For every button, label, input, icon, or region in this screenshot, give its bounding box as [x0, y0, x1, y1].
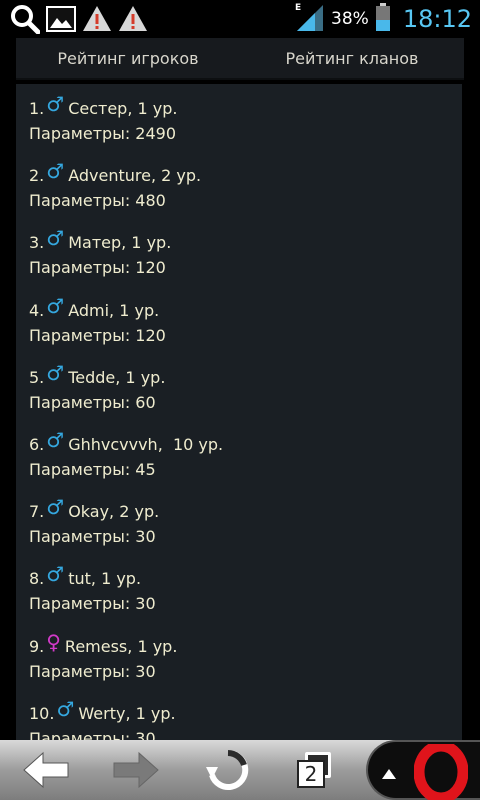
tab-players-rating[interactable]: Рейтинг игроков — [16, 38, 240, 78]
clock: 18:12 — [402, 5, 472, 33]
reload-icon[interactable] — [200, 740, 256, 800]
player-rank: 4. — [29, 300, 45, 320]
player-title: 3. ♂ Матер, 1 ур. — [29, 226, 462, 256]
player-title: 6. ♂ Ghhvcvvvh, 10 ур. — [29, 428, 462, 458]
battery-icon — [375, 2, 391, 36]
players-list: 1. ♂ Сестер, 1 ур. Параметры: 2490 2. ♂ Advent… — [16, 84, 462, 740]
player-name-level[interactable]: Adventure, 2 ур. — [68, 163, 201, 189]
player-name-level[interactable]: Tedde, 1 ур. — [68, 365, 165, 391]
player-entry[interactable]: 10. ♂ Werty, 1 ур. Параметры: 30 — [16, 697, 462, 740]
player-name-level[interactable]: Ghhvcvvvh, 10 ур. — [68, 432, 223, 458]
player-params: Параметры: 30 — [29, 728, 156, 740]
male-icon: ♂ — [46, 562, 65, 587]
player-name-level[interactable]: Okay, 2 ур. — [68, 499, 159, 525]
player-name-level[interactable]: Admi, 1 ур. — [68, 298, 159, 324]
warning-icon[interactable] — [118, 4, 148, 34]
player-rank: 5. — [29, 367, 45, 387]
male-icon: ♂ — [46, 92, 65, 116]
player-title: 10. ♂ Werty, 1 ур. — [29, 697, 462, 727]
menu-up-icon[interactable] — [382, 764, 396, 783]
image-icon[interactable] — [46, 4, 76, 34]
player-name-level[interactable]: Матер, 1 ур. — [68, 230, 171, 256]
male-icon: ♂ — [46, 226, 65, 251]
player-title: 9. ♀ Remess, 1 ур. — [29, 630, 462, 660]
player-entry[interactable]: 8. ♂ tut, 1 ур. Параметры: 30 — [16, 562, 462, 633]
player-entry[interactable]: 4. ♂ Admi, 1 ур. Параметры: 120 — [16, 294, 462, 365]
player-title: 7. ♂ Okay, 2 ур. — [29, 495, 462, 525]
players-panel: 1. ♂ Сестер, 1 ур. Параметры: 2490 2. ♂ Advent… — [16, 84, 462, 740]
player-params: Параметры: 30 — [29, 594, 156, 614]
player-rank: 2. — [29, 166, 45, 186]
player-name-level[interactable]: Сестер, 1 ур. — [68, 96, 177, 122]
player-params: Параметры: 30 — [29, 661, 156, 681]
player-title: 8. ♂ tut, 1 ур. — [29, 562, 462, 592]
player-title: 2. ♂ Adventure, 2 ур. — [29, 159, 462, 189]
female-icon: ♀ — [46, 629, 61, 654]
tabs-icon[interactable]: 2 — [290, 740, 340, 800]
back-arrow-icon[interactable] — [18, 740, 74, 800]
player-rank: 1. — [29, 99, 45, 118]
network-type-label: E — [295, 3, 301, 13]
player-entry[interactable]: 3. ♂ Матер, 1 ур. Параметры: 120 — [16, 226, 462, 297]
forward-arrow-icon[interactable] — [108, 740, 164, 800]
player-params: Параметры: 45 — [29, 459, 156, 479]
male-icon: ♂ — [46, 159, 65, 184]
player-name-level[interactable]: tut, 1 ур. — [68, 566, 141, 592]
battery-percent: 38% — [331, 9, 369, 29]
player-title: 4. ♂ Admi, 1 ур. — [29, 294, 462, 324]
player-rank: 9. — [29, 636, 45, 656]
player-rank: 6. — [29, 434, 45, 454]
player-params: Параметры: 120 — [29, 325, 166, 345]
player-rank: 3. — [29, 233, 45, 253]
player-entry[interactable]: 7. ♂ Okay, 2 ур. Параметры: 30 — [16, 495, 462, 566]
player-title: 1. ♂ Сестер, 1 ур. — [29, 92, 462, 122]
player-entry[interactable]: 5. ♂ Tedde, 1 ур. Параметры: 60 — [16, 361, 462, 432]
status-bar: E 38% 18:12 — [0, 0, 480, 38]
rating-tabs: Рейтинг игроков Рейтинг кланов — [16, 38, 464, 80]
player-params: Параметры: 480 — [29, 191, 166, 211]
opera-menu[interactable] — [366, 740, 480, 800]
player-params: Параметры: 120 — [29, 258, 166, 278]
male-icon: ♂ — [56, 696, 75, 721]
player-params: Параметры: 30 — [29, 527, 156, 547]
player-entry[interactable]: 2. ♂ Adventure, 2 ур. Параметры: 480 — [16, 159, 462, 230]
signal-icon: E — [293, 1, 325, 37]
player-entry[interactable]: 9. ♀ Remess, 1 ур. Параметры: 30 — [16, 630, 462, 701]
male-icon: ♂ — [46, 495, 65, 520]
male-icon: ♂ — [46, 293, 65, 318]
opera-logo-icon[interactable] — [413, 740, 469, 800]
player-name-level[interactable]: Werty, 1 ур. — [78, 701, 175, 727]
tab-clans-rating[interactable]: Рейтинг кланов — [240, 38, 464, 78]
player-entry[interactable]: 1. ♂ Сестер, 1 ур. Параметры: 2490 — [16, 92, 462, 163]
player-rank: 7. — [29, 502, 45, 522]
player-title: 5. ♂ Tedde, 1 ур. — [29, 361, 462, 391]
player-entry[interactable]: 6. ♂ Ghhvcvvvh, 10 ур. Параметры: 45 — [16, 428, 462, 499]
player-rank: 10. — [29, 703, 55, 723]
player-rank: 8. — [29, 569, 45, 589]
search-icon[interactable] — [10, 4, 40, 34]
player-params: Параметры: 60 — [29, 392, 156, 412]
male-icon: ♂ — [46, 427, 65, 452]
male-icon: ♂ — [46, 360, 65, 385]
warning-icon[interactable] — [82, 4, 112, 34]
tabs-count: 2 — [297, 760, 325, 788]
player-name-level[interactable]: Remess, 1 ур. — [65, 634, 178, 660]
player-params: Параметры: 2490 — [29, 124, 177, 143]
